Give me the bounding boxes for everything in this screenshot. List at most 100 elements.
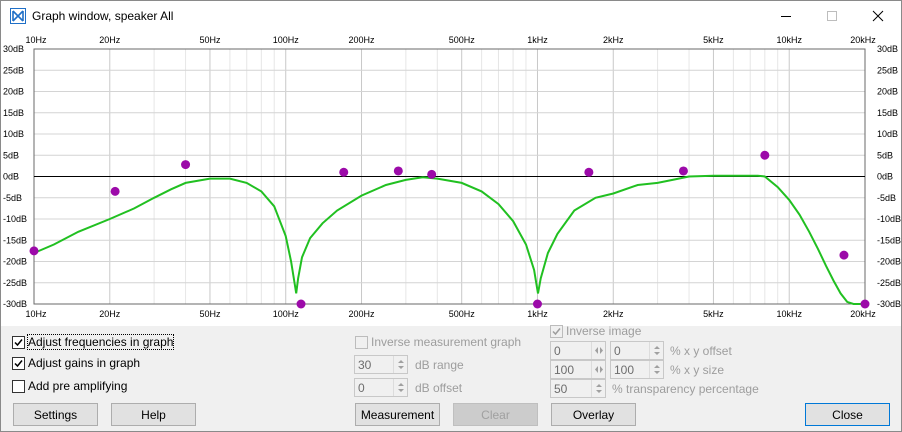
y-tick-label-left: 20dB (3, 87, 24, 97)
y-tick-label-left: -25dB (3, 278, 27, 288)
x-tick-label-top: 2kHz (603, 35, 624, 45)
x-size-spinner[interactable]: 100 (550, 360, 606, 379)
x-tick-label-top: 20Hz (99, 35, 121, 45)
y-size-value: 100 (614, 363, 635, 377)
x-tick-label-bottom: 10Hz (25, 309, 47, 319)
y-tick-label-left: -30dB (3, 299, 27, 309)
app-icon (10, 8, 26, 24)
db-range-value: 30 (358, 358, 372, 372)
close-icon (872, 10, 884, 22)
y-tick-label-right: 20dB (877, 87, 898, 97)
inverse-measurement-label[interactable]: Inverse measurement graph (371, 335, 521, 349)
overlay-button[interactable]: Overlay (551, 403, 636, 426)
eq-point-handle[interactable] (110, 186, 120, 196)
adjust-gains-label[interactable]: Adjust gains in graph (28, 356, 140, 370)
y-tick-label-right: 30dB (877, 44, 898, 54)
x-size-value: 100 (554, 363, 575, 377)
transparency-spinner[interactable]: 50 (550, 379, 606, 398)
spinner-arrows-icon[interactable] (393, 356, 407, 373)
eq-point-handle[interactable] (29, 246, 39, 256)
settings-button[interactable]: Settings (13, 403, 98, 426)
y-tick-label-left: 5dB (3, 150, 19, 160)
x-tick-label-bottom: 1kHz (527, 309, 548, 319)
close-window-button[interactable] (855, 1, 901, 31)
x-tick-label-top: 100Hz (273, 35, 300, 45)
x-tick-label-top: 10Hz (25, 35, 47, 45)
clear-button[interactable]: Clear (453, 403, 538, 426)
y-size-spinner[interactable]: 100 (610, 360, 664, 379)
x-tick-label-bottom: 5kHz (703, 309, 724, 319)
x-tick-label-bottom: 100Hz (273, 309, 300, 319)
db-offset-label: dB offset (415, 381, 463, 395)
y-tick-label-right: -15dB (877, 235, 901, 245)
db-range-label: dB range (415, 358, 464, 372)
y-tick-label-left: 25dB (3, 65, 24, 75)
close-button[interactable]: Close (805, 403, 890, 426)
y-tick-label-right: -10dB (877, 214, 901, 224)
x-tick-label-bottom: 20Hz (99, 309, 121, 319)
y-tick-label-right: -20dB (877, 257, 901, 267)
eq-point-handle[interactable] (532, 299, 542, 309)
eq-point-handle[interactable] (296, 299, 306, 309)
spinner-arrows-icon[interactable] (591, 380, 605, 397)
adjust-gains-checkbox[interactable] (12, 357, 25, 370)
y-tick-label-left: -20dB (3, 257, 27, 267)
y-offset-spinner[interactable]: 0 (610, 341, 664, 360)
y-tick-label-right: 0dB (877, 172, 893, 182)
adjust-frequencies-label[interactable]: Adjust frequencies in graph (26, 334, 175, 350)
check-icon (552, 328, 561, 336)
eq-point-handle[interactable] (760, 150, 770, 160)
eq-point-handle[interactable] (584, 167, 594, 177)
spinner-leftright-icon[interactable] (591, 342, 605, 359)
adjust-frequencies-checkbox[interactable] (12, 336, 25, 349)
graph-window: Graph window, speaker All 10Hz 20Hz 50Hz 10… (0, 0, 902, 432)
check-icon (14, 339, 23, 347)
eq-point-handle[interactable] (839, 250, 849, 260)
inverse-image-label[interactable]: Inverse image (566, 324, 641, 338)
y-tick-label-right: -30dB (877, 299, 901, 309)
transparency-value: 50 (554, 382, 568, 396)
y-tick-label-right: -5dB (877, 193, 896, 203)
measurement-button[interactable]: Measurement (355, 403, 440, 426)
minimize-icon (781, 16, 791, 17)
x-tick-label-top: 20kHz (850, 35, 876, 45)
y-offset-value: 0 (614, 344, 621, 358)
spinner-arrows-icon[interactable] (649, 361, 663, 378)
xy-size-label: % x y size (670, 363, 725, 377)
add-pre-amplifying-checkbox[interactable] (12, 380, 25, 393)
eq-point-handle[interactable] (339, 167, 349, 177)
maximize-button[interactable] (809, 1, 855, 31)
help-button[interactable]: Help (111, 403, 196, 426)
inverse-measurement-checkbox[interactable] (355, 336, 368, 349)
y-tick-label-left: -5dB (3, 193, 22, 203)
minimize-button[interactable] (763, 1, 809, 31)
x-offset-spinner[interactable]: 0 (550, 341, 606, 360)
x-tick-label-bottom: 10kHz (776, 309, 802, 319)
add-pre-amplifying-label[interactable]: Add pre amplifying (28, 379, 127, 393)
y-tick-label-left: 30dB (3, 44, 24, 54)
spinner-arrows-icon[interactable] (649, 342, 663, 359)
title-bar[interactable]: Graph window, speaker All (1, 1, 901, 31)
y-tick-label-left: -10dB (3, 214, 27, 224)
inverse-image-checkbox[interactable] (550, 325, 563, 338)
y-tick-label-left: 0dB (3, 172, 19, 182)
y-tick-label-right: 10dB (877, 129, 898, 139)
spinner-arrows-icon[interactable] (393, 379, 407, 396)
eq-point-handle[interactable] (860, 299, 870, 309)
eq-point-handle[interactable] (181, 160, 191, 170)
x-tick-label-bottom: 20kHz (850, 309, 876, 319)
x-tick-label-bottom: 200Hz (349, 309, 376, 319)
x-tick-label-top: 50Hz (199, 35, 221, 45)
eq-point-handle[interactable] (427, 169, 437, 179)
eq-point-handle[interactable] (393, 166, 403, 176)
eq-point-handle[interactable] (678, 166, 688, 176)
transparency-label: % transparency percentage (612, 382, 759, 396)
db-offset-spinner[interactable]: 0 (354, 378, 408, 397)
db-range-spinner[interactable]: 30 (354, 355, 408, 374)
frequency-response-graph[interactable]: 10Hz 20Hz 50Hz 100Hz 200Hz 500Hz 1kHz 2kHz 5kHz 1… (1, 31, 901, 326)
x-tick-label-top: 10kHz (776, 35, 802, 45)
y-tick-label-right: 5dB (877, 150, 893, 160)
y-tick-label-right: 25dB (877, 65, 898, 75)
spinner-leftright-icon[interactable] (591, 361, 605, 378)
y-tick-label-left: 10dB (3, 129, 24, 139)
